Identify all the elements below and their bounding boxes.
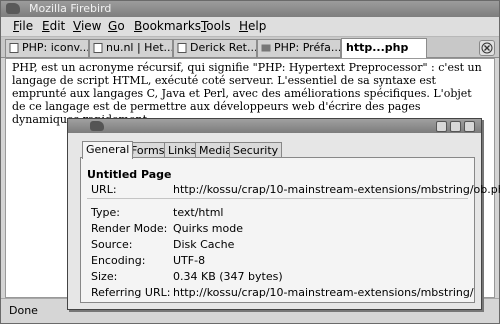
menu-file-label: ile <box>19 19 34 33</box>
page-text: PHP, est un acronyme récursif, qui signi… <box>12 61 482 126</box>
window-menu-icon[interactable] <box>90 121 104 131</box>
tab-derick[interactable]: Derick Ret... <box>173 39 257 57</box>
page-icon <box>93 43 103 53</box>
tab-nu-nl[interactable]: nu.nl | Het... <box>89 39 173 57</box>
tab-active-http[interactable]: http...php <box>341 38 427 58</box>
menu-edit[interactable]: Edit <box>42 19 65 33</box>
menu-edit-mnemonic: E <box>42 19 50 33</box>
type-value: text/html <box>173 206 224 219</box>
tab-security[interactable]: Security <box>229 142 283 158</box>
window-menu-icon[interactable] <box>6 3 20 14</box>
menu-view[interactable]: View <box>73 19 101 33</box>
menu-view-mnemonic: V <box>73 19 81 33</box>
menu-bar: File Edit View Go Bookmarks Tools Help <box>1 17 499 50</box>
size-value: 0.34 KB (347 bytes) <box>173 270 283 283</box>
menu-help-label: elp <box>248 19 267 33</box>
close-tab-button[interactable] <box>479 40 495 56</box>
close-button[interactable] <box>464 121 475 132</box>
type-label: Type: <box>91 206 120 219</box>
tab-php-iconv[interactable]: PHP: iconv... <box>5 39 89 57</box>
referring-url-label: Referring URL: <box>91 286 171 299</box>
dialog-title-bar[interactable] <box>68 119 481 133</box>
url-label: URL: <box>91 183 117 196</box>
menu-help[interactable]: Help <box>239 19 266 33</box>
page-icon <box>177 43 187 53</box>
tab-label: nu.nl | Het... <box>106 41 173 54</box>
tab-bar: PHP: iconv... nu.nl | Het... Derick Ret.… <box>1 37 499 58</box>
url-value: http://kossu/crap/10-mainstream-extensio… <box>173 183 500 196</box>
menu-bookmarks-label: ookmarks <box>142 19 202 33</box>
render-mode-label: Render Mode: <box>91 222 168 235</box>
minimize-button[interactable] <box>436 121 447 132</box>
menu-tools[interactable]: Tools <box>201 19 231 33</box>
menu-go-label: o <box>117 19 125 33</box>
php-favicon-icon <box>261 44 271 52</box>
render-mode-value: Quirks mode <box>173 222 244 235</box>
menu-tools-label: ools <box>206 19 231 33</box>
size-label: Size: <box>91 270 118 283</box>
divider <box>87 198 468 199</box>
referring-url-value: http://kossu/crap/10-mainstream-extensio… <box>173 286 474 299</box>
encoding-label: Encoding: <box>91 254 146 267</box>
status-text: Done <box>9 304 38 317</box>
window-title: Mozilla Firebird <box>29 2 112 15</box>
page-title: Untitled Page <box>87 168 172 181</box>
tab-label: PHP: iconv... <box>22 41 89 54</box>
tab-label: PHP: Préfa... <box>274 41 341 54</box>
general-panel: Untitled Page URL: http://kossu/crap/10-… <box>80 157 500 303</box>
tab-label: Derick Ret... <box>190 41 257 54</box>
menu-bookmarks[interactable]: Bookmarks <box>134 19 201 33</box>
menu-bookmarks-mnemonic: B <box>134 19 143 33</box>
tab-php-prefa[interactable]: PHP: Préfa... <box>257 39 341 57</box>
source-value: Disk Cache <box>173 238 235 251</box>
menu-go[interactable]: Go <box>108 19 125 33</box>
menu-edit-label: dit <box>49 19 66 33</box>
page-icon <box>9 43 19 53</box>
page-info-dialog: General Forms Links Media Security Untit… <box>67 118 500 310</box>
tab-general[interactable]: General <box>82 141 134 159</box>
title-bar[interactable]: Mozilla Firebird <box>1 1 499 17</box>
menu-file[interactable]: File <box>13 19 33 33</box>
tab-label: http...php <box>346 41 409 54</box>
source-label: Source: <box>91 238 133 251</box>
maximize-button[interactable] <box>450 121 461 132</box>
close-icon <box>481 42 493 54</box>
menu-help-mnemonic: H <box>239 19 249 33</box>
menu-go-mnemonic: G <box>108 19 118 33</box>
encoding-value: UTF-8 <box>173 254 206 267</box>
menu-view-label: iew <box>80 19 102 33</box>
